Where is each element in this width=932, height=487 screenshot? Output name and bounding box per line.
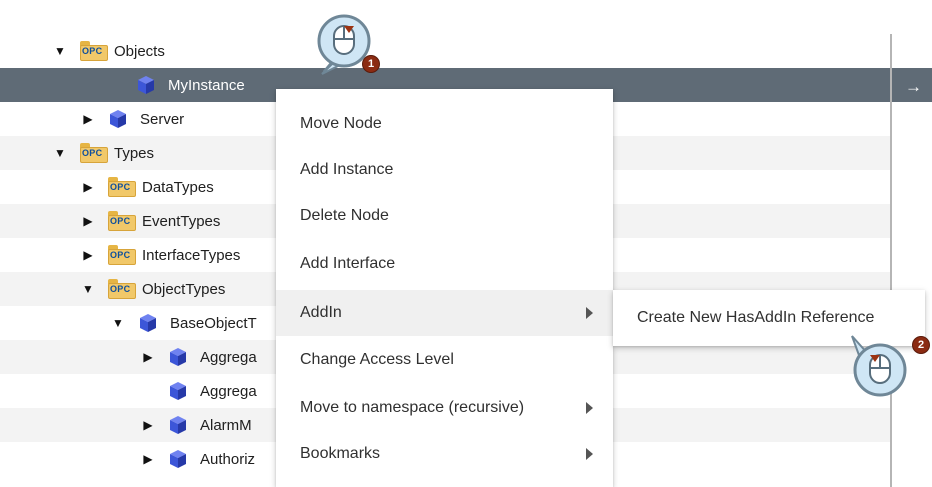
menu-item-label: Delete Node xyxy=(300,207,389,224)
expand-toggle-icon[interactable]: ▼ xyxy=(52,145,68,161)
cube-icon xyxy=(138,313,158,333)
expand-toggle-icon[interactable]: ▼ xyxy=(52,43,68,59)
submenu-arrow-icon xyxy=(586,448,593,460)
tree-row-label: Aggrega xyxy=(200,382,257,400)
tree-row-label: EventTypes xyxy=(142,212,221,230)
cube-icon xyxy=(168,381,188,401)
menu-item-label: Move to namespace (recursive) xyxy=(300,399,525,416)
menu-item-move-node[interactable]: Move Node xyxy=(276,101,613,147)
panel-divider[interactable] xyxy=(890,34,892,487)
tree-row-label: DataTypes xyxy=(142,178,214,196)
opc-folder-icon: OPC xyxy=(108,211,136,231)
step-badge-2: 2 xyxy=(912,336,930,354)
tree-row-label: AlarmM xyxy=(200,416,252,434)
expand-toggle-icon[interactable]: ▼ xyxy=(110,315,126,331)
submenu-arrow-icon xyxy=(586,402,593,414)
expand-toggle-icon[interactable]: ▶ xyxy=(140,417,156,433)
opc-folder-icon: OPC xyxy=(108,245,136,265)
tree-row-label: ObjectTypes xyxy=(142,280,226,298)
menu-item-label: Bookmarks xyxy=(300,445,381,462)
submenu-arrow-icon xyxy=(586,307,593,319)
step-badge-1: 1 xyxy=(362,55,380,73)
menu-item-add-instance[interactable]: Add Instance xyxy=(276,147,613,193)
arrow-right-icon[interactable]: → xyxy=(905,78,922,95)
cube-icon xyxy=(136,75,156,95)
expand-toggle-icon[interactable]: ▶ xyxy=(80,179,96,195)
expand-toggle-icon[interactable]: ▶ xyxy=(140,349,156,365)
cube-icon xyxy=(168,415,188,435)
tree-row-label: Authoriz xyxy=(200,450,256,468)
expand-toggle-icon[interactable]: ▶ xyxy=(80,111,96,127)
expand-toggle-icon[interactable]: ▼ xyxy=(80,281,96,297)
expand-toggle-icon[interactable]: ▶ xyxy=(140,451,156,467)
cube-icon xyxy=(168,347,188,367)
tree-row-objects[interactable]: ▼ OPC Objects xyxy=(0,34,890,68)
tree-row-label: Server xyxy=(140,110,185,128)
tree-row-label: MyInstance xyxy=(168,76,245,94)
opc-folder-icon: OPC xyxy=(108,177,136,197)
cube-icon xyxy=(168,449,188,469)
menu-item-label: AddIn xyxy=(300,304,342,321)
menu-item-add-interface[interactable]: Add Interface xyxy=(276,241,613,287)
tree-row-label: BaseObjectT xyxy=(170,314,257,332)
tree-row-label: Aggrega xyxy=(200,348,257,366)
menu-item-label: Add Interface xyxy=(300,255,396,272)
opc-folder-icon: OPC xyxy=(80,41,108,61)
opc-folder-icon: OPC xyxy=(108,279,136,299)
cube-icon xyxy=(108,109,128,129)
mouse-left-click-icon xyxy=(850,335,914,406)
menu-item-label: Add Instance xyxy=(300,161,394,178)
menu-item-label: Change Access Level xyxy=(300,351,454,368)
menu-item-delete-node[interactable]: Delete Node xyxy=(276,193,613,239)
context-menu: Move Node Add Instance Delete Node Add I… xyxy=(276,89,613,487)
menu-item-move-to-namespace[interactable]: Move to namespace (recursive) xyxy=(276,385,613,431)
menu-item-addin[interactable]: AddIn xyxy=(276,290,613,336)
menu-item-label: Create New HasAddIn Reference xyxy=(637,309,875,326)
expand-toggle-icon[interactable]: ▶ xyxy=(80,213,96,229)
tree-row-label: Objects xyxy=(114,42,165,60)
menu-item-bookmarks[interactable]: Bookmarks xyxy=(276,431,613,477)
menu-item-change-access-level[interactable]: Change Access Level xyxy=(276,337,613,383)
expand-toggle-icon[interactable]: ▶ xyxy=(80,247,96,263)
tree-row-label: Types xyxy=(114,144,155,162)
opc-folder-icon: OPC xyxy=(80,143,108,163)
menu-item-label: Move Node xyxy=(300,115,382,132)
tree-row-label: InterfaceTypes xyxy=(142,246,241,264)
opc-ua-tree-editor: ▼ OPC Objects MyInstance → ▶ Server ▼ OP… xyxy=(0,0,932,487)
